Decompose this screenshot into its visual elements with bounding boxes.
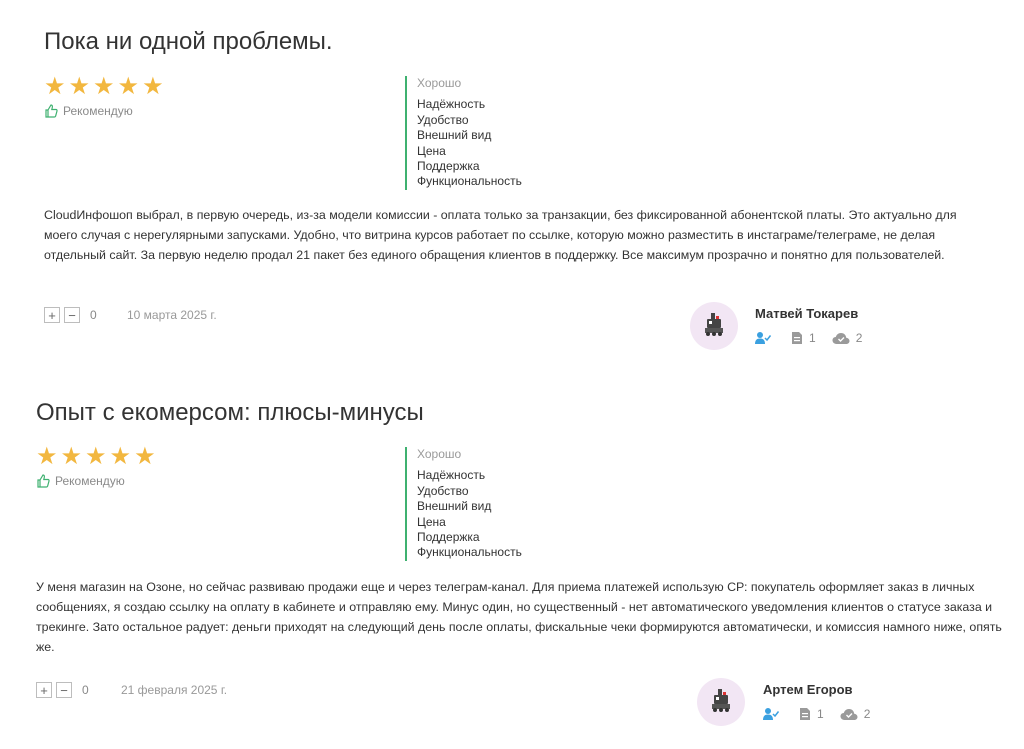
author-review-count: 1 bbox=[817, 707, 824, 721]
criteria-block: Хорошо Надёжность Удобство Внешний вид Ц… bbox=[405, 447, 522, 561]
verified-user-icon bbox=[763, 707, 779, 721]
author-stats: 1 2 bbox=[755, 331, 862, 345]
cloud-icon bbox=[840, 708, 858, 721]
author-upload-count: 2 bbox=[863, 707, 871, 721]
star-icon: ★ bbox=[44, 72, 66, 100]
vote-count: 0 bbox=[90, 308, 97, 322]
cloud-icon bbox=[832, 332, 850, 345]
star-icon: ★ bbox=[36, 442, 58, 470]
recommend-badge: Рекомендую bbox=[36, 474, 125, 488]
criterion-label: Надёжность bbox=[417, 97, 486, 112]
upvote-button[interactable]: + bbox=[44, 307, 60, 323]
avatar[interactable] bbox=[697, 678, 745, 726]
criterion-label: Внешний вид bbox=[417, 499, 492, 514]
thumbs-up-icon bbox=[44, 104, 58, 118]
upvote-button[interactable]: + bbox=[36, 682, 52, 698]
criterion-label: Поддержка bbox=[417, 530, 480, 545]
overall-rating-label: Хорошо bbox=[417, 76, 462, 90]
author-stats: 1 2 bbox=[763, 707, 870, 721]
author-name[interactable]: Артем Егоров bbox=[763, 682, 853, 697]
author-upload-count: 2 bbox=[855, 331, 863, 345]
star-icon: ★ bbox=[68, 72, 91, 100]
review-title: Пока ни одной проблемы. bbox=[44, 28, 333, 55]
star-icon: ★ bbox=[60, 442, 83, 470]
rating-stars: ★ ★ ★ ★ ★ bbox=[36, 444, 156, 468]
criterion-label: Удобство bbox=[417, 483, 469, 498]
document-icon bbox=[799, 707, 811, 721]
star-icon: ★ bbox=[85, 442, 107, 470]
vote-controls: + − 0 bbox=[44, 307, 97, 323]
star-icon: ★ bbox=[142, 72, 164, 100]
star-icon: ★ bbox=[117, 72, 140, 100]
downvote-button[interactable]: − bbox=[56, 682, 72, 698]
document-icon bbox=[791, 331, 803, 345]
review-body: CloudИнфошоп выбрал, в первую очередь, и… bbox=[44, 208, 957, 262]
criterion-label: Функциональность bbox=[417, 174, 522, 189]
recommend-label: Рекомендую bbox=[55, 474, 125, 488]
thumbs-up-icon bbox=[36, 474, 50, 488]
robot-avatar-icon bbox=[700, 310, 728, 343]
star-icon: ★ bbox=[93, 72, 115, 100]
criterion-label: Внешний вид bbox=[417, 128, 492, 143]
rating-stars: ★ ★ ★ ★ ★ bbox=[44, 74, 164, 98]
author-name[interactable]: Матвей Токарев bbox=[755, 306, 858, 321]
vote-count: 0 bbox=[82, 683, 89, 697]
recommend-badge: Рекомендую bbox=[44, 104, 133, 118]
review-body: У меня магазин на Озоне, но сейчас разви… bbox=[36, 580, 1002, 654]
robot-avatar-icon bbox=[707, 686, 735, 719]
overall-rating-label: Хорошо bbox=[417, 447, 462, 461]
criterion-label: Удобство bbox=[417, 112, 469, 127]
review-date: 21 февраля 2025 г. bbox=[121, 683, 228, 697]
review-title: Опыт с екомерсом: плюсы-минусы bbox=[36, 399, 424, 426]
review-date: 10 марта 2025 г. bbox=[127, 308, 217, 322]
criteria-block: Хорошо Надёжность Удобство Внешний вид Ц… bbox=[405, 76, 522, 190]
verified-user-icon bbox=[755, 331, 771, 345]
vote-controls: + − 0 bbox=[36, 682, 89, 698]
author-review-count: 1 bbox=[809, 331, 816, 345]
criterion-label: Цена bbox=[417, 143, 446, 158]
recommend-label: Рекомендую bbox=[63, 104, 133, 118]
avatar[interactable] bbox=[690, 302, 738, 350]
criterion-label: Функциональность bbox=[417, 545, 522, 560]
review-card: Пока ни одной проблемы. ★ ★ ★ ★ ★ Рекоме… bbox=[0, 0, 1024, 370]
star-icon: ★ bbox=[109, 442, 132, 470]
downvote-button[interactable]: − bbox=[64, 307, 80, 323]
criterion-label: Цена bbox=[417, 514, 446, 529]
star-icon: ★ bbox=[134, 442, 156, 470]
criterion-label: Поддержка bbox=[417, 159, 480, 174]
review-card: Опыт с екомерсом: плюсы-минусы ★ ★ ★ ★ ★… bbox=[0, 370, 1024, 749]
criterion-label: Надёжность bbox=[417, 468, 486, 483]
